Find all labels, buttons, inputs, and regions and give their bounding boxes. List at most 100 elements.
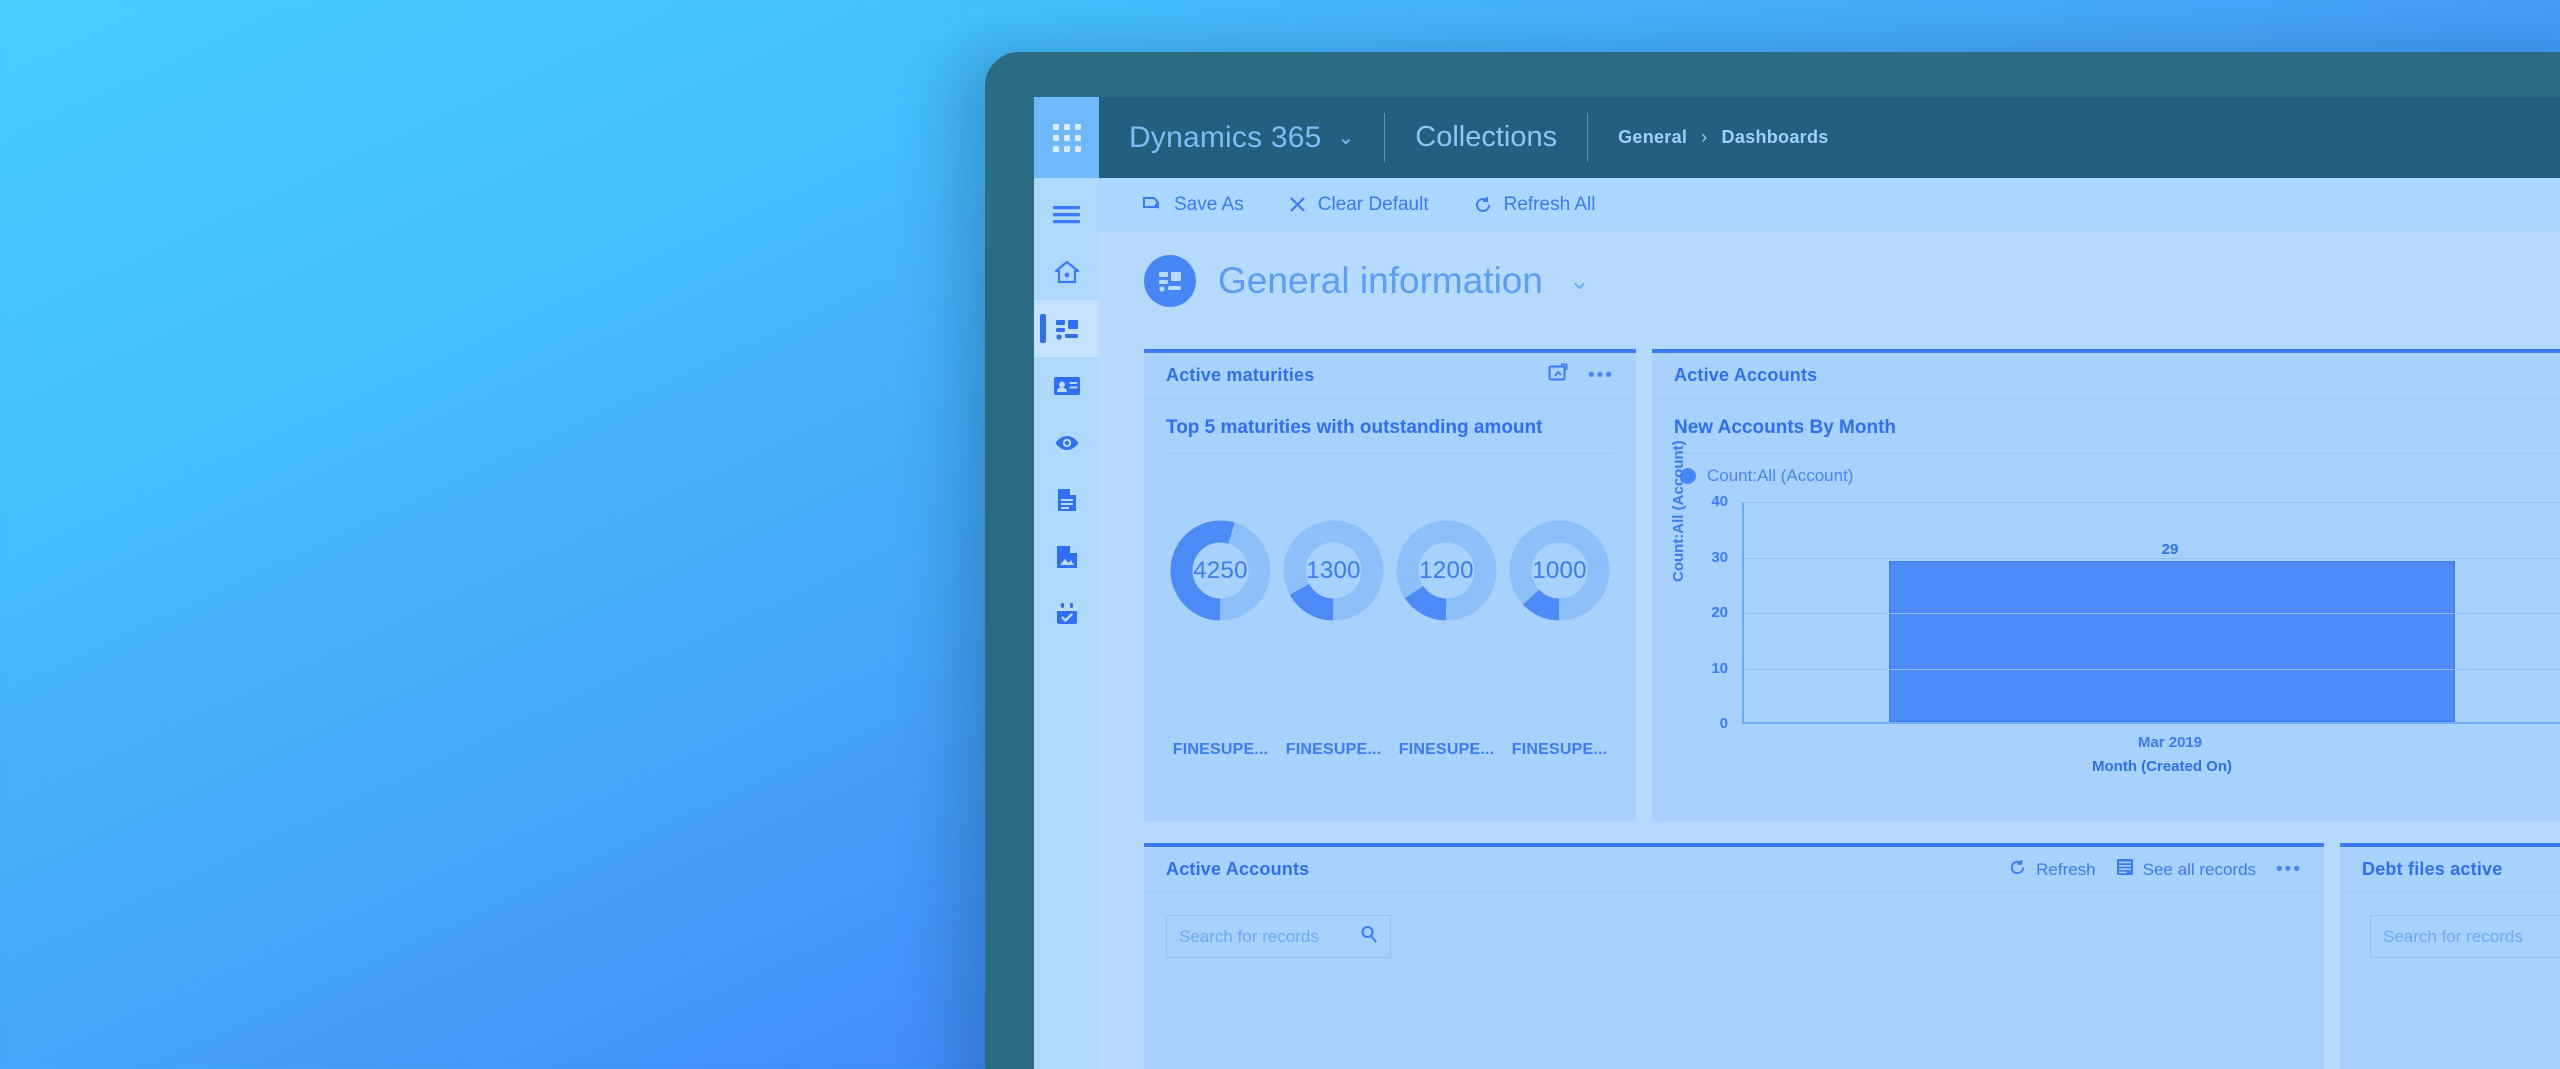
card-header: Active Accounts	[1652, 353, 2560, 399]
dashboard-icon	[1054, 317, 1080, 341]
more-ellipsis-icon[interactable]: •••	[2276, 859, 2302, 881]
see-all-records-button[interactable]: See all records	[2116, 858, 2256, 881]
card-active-accounts-chart: Active Accounts New Accounts By Month Co…	[1652, 349, 2560, 822]
x-axis-tick-label: Mar 2019	[2137, 734, 2203, 751]
card-title: Active Accounts	[1674, 365, 1818, 385]
breadcrumb: General › Dashboards	[1588, 97, 1858, 178]
card-subtitle: Top 5 maturities with outstanding amount	[1166, 417, 1543, 438]
donut-chart[interactable]: 4250	[1169, 519, 1272, 622]
card-header: Debt files active	[2340, 847, 2560, 893]
donut-chart[interactable]: 1200	[1395, 519, 1498, 622]
sidebar-item-menu[interactable]	[1034, 186, 1099, 243]
refresh-all-button[interactable]: Refresh All	[1473, 193, 1596, 216]
search-placeholder: Search for records	[2383, 926, 2523, 946]
document-icon	[1056, 487, 1078, 513]
waffle-menu-button[interactable]	[1034, 97, 1099, 178]
left-navigation-rail	[1034, 178, 1099, 1069]
y-axis-tick-label: 30	[1711, 548, 1728, 566]
file-image-icon	[1055, 544, 1079, 570]
page-title: General information	[1218, 260, 1543, 301]
expand-chart-icon[interactable]	[1548, 363, 1568, 388]
refresh-label: Refresh	[2036, 859, 2096, 879]
card-title: Active Accounts	[1166, 859, 1310, 879]
app-viewport: Dynamics 365 ⌄ Collections General › Dashb…	[1034, 97, 2560, 1069]
donut-label: FINESUPE...	[1285, 741, 1382, 758]
gridline	[1744, 502, 2560, 503]
search-placeholder: Search for records	[1179, 926, 1319, 946]
contact-card-icon	[1053, 375, 1081, 397]
clear-default-button[interactable]: Clear Default	[1288, 194, 1429, 216]
sidebar-item-documents[interactable]	[1034, 471, 1099, 528]
sidebar-item-files[interactable]	[1034, 528, 1099, 585]
grid-records-icon	[2116, 858, 2134, 881]
donut-value: 4250	[1193, 556, 1248, 584]
sidebar-item-home[interactable]	[1034, 243, 1099, 300]
sidebar-item-accounts[interactable]	[1034, 357, 1099, 414]
card-header: Active Accounts Refresh See all records …	[1144, 847, 2324, 893]
gridline	[1744, 613, 2560, 614]
y-axis-title: Count:All (Account)	[1670, 440, 1687, 582]
hamburger-icon	[1053, 204, 1080, 226]
breadcrumb-root[interactable]: General	[1618, 127, 1687, 147]
breadcrumb-current: Dashboards	[1721, 127, 1829, 147]
donut-chart[interactable]: 1300	[1282, 519, 1385, 622]
y-axis-tick-label: 20	[1711, 604, 1728, 621]
dashboard-selector[interactable]: General information ⌄	[1099, 231, 2560, 329]
brand-label: Dynamics 365	[1129, 120, 1322, 154]
sidebar-item-activities[interactable]	[1034, 585, 1099, 642]
donut-label: FINESUPE...	[1398, 741, 1495, 758]
sidebar-item-dashboards[interactable]	[1034, 300, 1099, 357]
waffle-grid-icon	[1052, 123, 1081, 152]
donut-value: 1000	[1532, 556, 1587, 584]
app-name-button[interactable]: Collections	[1385, 97, 1587, 178]
bar-mar-2019[interactable]	[1889, 561, 2455, 722]
donut-value: 1300	[1306, 556, 1361, 584]
eye-icon	[1053, 434, 1081, 452]
dashboard-glyph-icon	[1144, 255, 1196, 307]
dashboard-canvas: General information ⌄ Active maturities …	[1099, 231, 2560, 1069]
clear-default-label: Clear Default	[1317, 193, 1429, 215]
search-input[interactable]: Search for records	[2370, 915, 2560, 958]
card-title: Active maturities	[1166, 365, 1315, 385]
top-navigation-bar: Dynamics 365 ⌄ Collections General › Dashb…	[1034, 97, 2560, 178]
x-axis-title: Month (Created On)	[2092, 758, 2232, 775]
donut-chart[interactable]: 1000	[1508, 519, 1611, 622]
calendar-check-icon	[1055, 602, 1079, 626]
bar-chart: Count:All (Account) 0 10 20 30 40 29 Mar 201…	[1652, 440, 2560, 786]
donut-label: FINESUPE...	[1172, 741, 1269, 758]
more-ellipsis-icon[interactable]: •••	[1588, 365, 1614, 387]
card-header: Active maturities •••	[1144, 353, 1636, 399]
y-axis-tick-label: 40	[1711, 493, 1728, 510]
save-as-label: Save As	[1174, 193, 1244, 215]
refresh-icon	[1473, 195, 1493, 215]
see-all-records-label: See all records	[2142, 859, 2257, 879]
donut-chart-group: 4250 1300 1200 1000 FINESUPE... FINESUPE…	[1144, 449, 1636, 779]
search-input[interactable]: Search for records	[1166, 915, 1391, 958]
legend-label: Count:All (Account)	[1707, 466, 1854, 485]
bar-data-label: 29	[2161, 541, 2179, 559]
donut-value: 1200	[1419, 556, 1474, 584]
y-axis-tick-label: 10	[1711, 659, 1728, 677]
refresh-button[interactable]: Refresh	[2008, 858, 2096, 882]
donut-label-row: FINESUPE... FINESUPE... FINESUPE... FINE…	[1144, 741, 1636, 759]
sidebar-item-recent[interactable]	[1034, 414, 1099, 471]
app-name-label: Collections	[1415, 121, 1558, 153]
chart-legend: Count:All (Account)	[1652, 454, 2560, 486]
browser-window: Dynamics 365 ⌄ Collections General › Dashb…	[985, 52, 2560, 1069]
home-icon	[1054, 260, 1080, 284]
refresh-icon	[2008, 858, 2027, 882]
gridline	[1744, 668, 2560, 670]
chevron-down-icon: ⌄	[1568, 267, 1590, 295]
chevron-down-icon: ⌄	[1337, 127, 1355, 149]
refresh-all-label: Refresh All	[1503, 193, 1596, 215]
command-bar: Save As Clear Default Refresh All	[1099, 178, 2560, 231]
save-as-icon	[1142, 194, 1163, 215]
breadcrumb-separator: ›	[1701, 127, 1708, 147]
search-icon[interactable]	[1360, 925, 1378, 948]
plot-area	[1742, 502, 2560, 724]
card-active-maturities: Active maturities ••• Top 5 maturities w…	[1144, 349, 1636, 822]
card-active-accounts-list: Active Accounts Refresh See all records …	[1144, 843, 2324, 1069]
donut-label: FINESUPE...	[1511, 741, 1608, 758]
brand-button[interactable]: Dynamics 365 ⌄	[1099, 97, 1384, 178]
save-as-button[interactable]: Save As	[1142, 194, 1244, 216]
